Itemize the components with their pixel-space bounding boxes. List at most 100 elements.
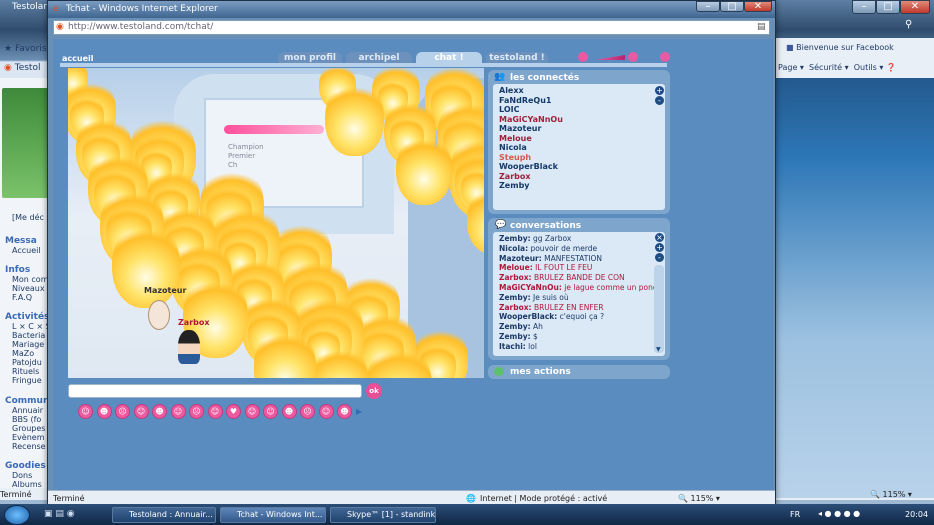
connected-user[interactable]: MaGiCYaNnOu — [499, 115, 563, 124]
bg-zoom[interactable]: 🔍 115% ▾ — [870, 490, 912, 499]
bg-maximize-button[interactable]: □ — [876, 0, 900, 14]
message-author[interactable]: Meloue: — [499, 263, 533, 272]
bg-nav-link[interactable]: Fringue — [12, 376, 42, 385]
emoticon-button[interactable]: ☺ — [133, 404, 149, 419]
bg-nav-link[interactable]: Bacteria — [12, 331, 45, 340]
emoticon-button[interactable]: ♥ — [226, 404, 241, 419]
taskbar-item-skype[interactable]: Skype™ [1] - standink — [330, 507, 436, 523]
bg-nav-link[interactable]: F.A.Q — [12, 293, 32, 302]
emoticon-button[interactable]: ☺ — [263, 404, 278, 419]
connected-user[interactable]: Meloue — [499, 134, 532, 143]
bg-nav-link[interactable]: [Me déc — [12, 213, 44, 222]
bg-nav-link[interactable]: Mariage — [12, 340, 44, 349]
bg-nav-link[interactable]: Accueil — [12, 246, 41, 255]
avatar-zarbox[interactable] — [178, 330, 200, 364]
settings-button[interactable] — [660, 52, 670, 62]
actions-panel[interactable]: mes actions — [488, 365, 670, 379]
bg-nav-link[interactable]: Mon com — [12, 275, 49, 284]
accueil-link[interactable]: accueil — [62, 54, 94, 63]
page-menu-icon[interactable]: ▤ — [757, 22, 766, 32]
bg-command-menu[interactable]: Page ▾ Sécurité ▾ Outils ▾ ❓ — [778, 63, 896, 72]
emoticon-button[interactable]: ☹ — [189, 404, 204, 419]
connected-user[interactable]: WooperBlack — [499, 162, 558, 171]
start-button[interactable] — [4, 505, 30, 525]
message-author[interactable]: MaGiCYaNnOu: — [499, 283, 562, 292]
bg-tab[interactable]: ◉ Testol — [4, 63, 40, 73]
message-author[interactable]: Nicola: — [499, 244, 528, 253]
emoticon-button[interactable]: ☺ — [78, 404, 93, 419]
message-author[interactable]: Zemby: — [499, 234, 531, 243]
collapse-conversation-button[interactable]: - — [655, 253, 664, 262]
message-author[interactable]: Zemby: — [499, 332, 531, 341]
taskbar-item-tchat[interactable]: Tchat - Windows Int... — [220, 507, 326, 523]
message-author[interactable]: Zemby: — [499, 293, 531, 302]
tray-icons[interactable]: ◂ ● ● ● ● — [818, 509, 860, 518]
bg-nav-link[interactable]: BBS (fo — [12, 415, 41, 424]
outils-menu[interactable]: Outils — [854, 63, 877, 72]
minimize-button[interactable]: – — [696, 1, 720, 12]
emoticon-button[interactable]: ☹ — [115, 404, 130, 419]
connected-user[interactable]: Mazoteur — [499, 124, 541, 133]
message-author[interactable]: Itachi: — [499, 342, 526, 351]
connected-user[interactable]: Zemby — [499, 181, 530, 190]
bg-nav-link[interactable]: Recense — [12, 442, 46, 451]
avatar-mazoteur[interactable] — [148, 300, 170, 330]
page-menu[interactable]: Page — [778, 63, 797, 72]
zoom-control[interactable]: 🔍 115% ▾ — [678, 494, 720, 503]
help-icon[interactable]: ❓ — [886, 63, 896, 72]
bg-nav-link[interactable]: Albums — [12, 480, 42, 489]
send-ok-button[interactable]: ok — [366, 383, 382, 399]
quicklaunch-icons[interactable]: ▣ ▤ ◉ — [44, 509, 75, 519]
chat-message-input[interactable] — [68, 384, 362, 398]
emoticon-button[interactable]: ☺ — [170, 404, 186, 419]
emoticon-button[interactable]: ☺ — [244, 404, 260, 419]
connected-user[interactable]: Zarbox — [499, 172, 531, 181]
clock[interactable]: 20:04 — [905, 510, 928, 519]
scroll-down-arrow[interactable]: ▼ — [656, 346, 661, 353]
taskbar-item-testoland[interactable]: Testoland : Annuair... — [112, 507, 216, 523]
message-author[interactable]: Zarbox: — [499, 303, 532, 312]
bg-nav-link[interactable]: Niveaux — [12, 284, 45, 293]
message-author[interactable]: Zemby: — [499, 322, 531, 331]
message-author[interactable]: Mazoteur: — [499, 254, 542, 263]
volume-knob[interactable] — [628, 52, 638, 62]
expand-conversation-button[interactable]: + — [655, 243, 664, 252]
close-conversation-button[interactable]: × — [655, 233, 664, 242]
bg-close-button[interactable]: ✕ — [900, 0, 930, 14]
conversation-scrollbar[interactable] — [654, 265, 664, 353]
language-indicator[interactable]: FR — [790, 510, 800, 519]
emoticon-button[interactable]: ☻ — [96, 404, 112, 419]
bg-nav-link[interactable]: Evènem — [12, 433, 45, 442]
emoticon-button[interactable]: ☺ — [318, 404, 334, 419]
bg-nav-link[interactable]: MaZo — [12, 349, 34, 358]
emoticon-button[interactable]: ☻ — [337, 404, 352, 419]
close-button[interactable]: ✕ — [744, 1, 772, 12]
connected-user[interactable]: Nicola — [499, 143, 527, 152]
favorites-bar[interactable]: ★ Favoris — [4, 44, 47, 54]
bg-nav-link[interactable]: Rituels — [12, 367, 39, 376]
facebook-favorite[interactable]: ■ Bienvenue sur Facebook — [786, 43, 894, 52]
emoticon-button[interactable]: ☹ — [300, 404, 315, 419]
emoticon-next-arrow[interactable]: ▶ — [356, 407, 362, 416]
connected-user[interactable]: LOIC — [499, 105, 519, 114]
sound-button[interactable] — [578, 52, 588, 62]
maximize-button[interactable]: □ — [720, 1, 744, 12]
emoticon-button[interactable]: ☻ — [281, 404, 297, 419]
connected-user[interactable]: Alexx — [499, 86, 524, 95]
connected-user[interactable]: Steuph — [499, 153, 531, 162]
bg-minimize-button[interactable]: – — [852, 0, 876, 14]
emoticon-button[interactable]: ☻ — [152, 404, 167, 419]
message-author[interactable]: WooperBlack: — [499, 312, 557, 321]
connected-user[interactable]: FaNdReQu1 — [499, 96, 551, 105]
expand-users-button[interactable]: + — [655, 86, 664, 95]
address-bar[interactable]: ◉ http://www.testoland.com/tchat/ ▤ — [53, 20, 770, 35]
chat-game-scene[interactable]: Champion Premier Ch Mazoteur Zarbox — [68, 68, 484, 378]
emoticon-button[interactable]: ☺ — [207, 404, 223, 419]
bg-nav-link[interactable]: Annuair — [12, 406, 43, 415]
bg-nav-link[interactable]: L × C × S — [12, 322, 51, 331]
bg-nav-link[interactable]: Groupes — [12, 424, 45, 433]
message-author[interactable]: Zarbox: — [499, 273, 532, 282]
bg-nav-link[interactable]: Patojdu — [12, 358, 42, 367]
collapse-users-button[interactable]: - — [655, 96, 664, 105]
bg-search-icon[interactable]: ⚲ — [905, 19, 912, 30]
